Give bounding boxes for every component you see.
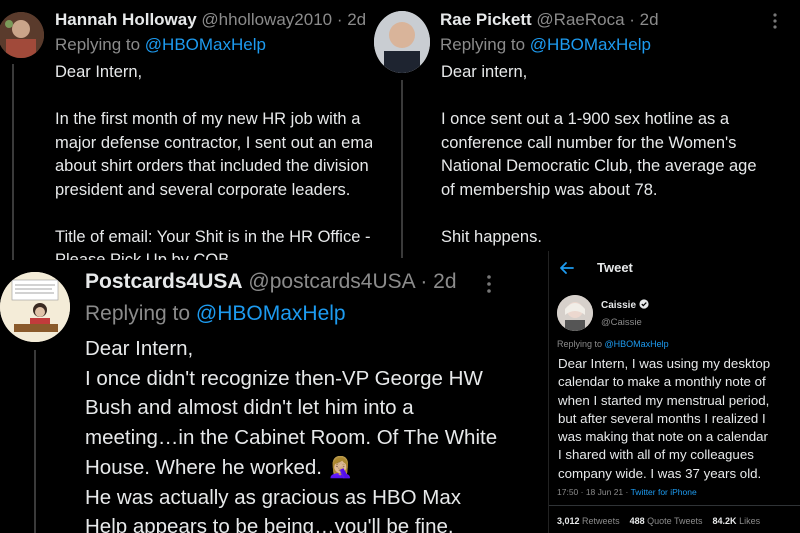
mention-link[interactable]: @HBOMaxHelp bbox=[530, 35, 651, 54]
tweet-text: Dear Intern, I once didn't recognize then… bbox=[85, 334, 543, 533]
tweet-text-line: about shirt orders that included the div… bbox=[55, 157, 369, 175]
tweet-text-line: when I started my menstrual period, bbox=[558, 392, 770, 408]
likes-stat[interactable]: 84.2K Likes bbox=[713, 516, 761, 526]
likes-count: 84.2K bbox=[712, 516, 737, 526]
display-name-text[interactable]: Caissie bbox=[601, 300, 636, 311]
engagement-stats: 3,012 Retweets 488 Quote Tweets 84.2K Li… bbox=[557, 516, 760, 526]
avatar-rae[interactable] bbox=[374, 11, 430, 73]
user-handle[interactable]: @hholloway2010 bbox=[201, 10, 332, 29]
more-vertical-icon[interactable] bbox=[770, 12, 780, 30]
tweet-text-line: president and several corporate leaders. bbox=[55, 180, 351, 199]
display-name[interactable]: Rae Pickett bbox=[440, 10, 532, 29]
screen-title: Tweet bbox=[597, 260, 633, 275]
tweet-text-line: Title of email: Your Shit is in the HR O… bbox=[55, 227, 371, 246]
tweet-text: Dear intern, I once sent out a 1-900 sex… bbox=[441, 61, 796, 249]
quotes-count: 488 bbox=[629, 516, 645, 526]
tweet-text-line: National Democratic Club, the average ag… bbox=[441, 157, 757, 175]
avatar-postcards[interactable] bbox=[0, 272, 70, 342]
quotes-stat[interactable]: 488 Quote Tweets bbox=[630, 516, 703, 526]
tweet-text-line: Bush and almost didn't let him into a bbox=[85, 396, 414, 420]
tweet-detail-caissie: Tweet Caissie @Caissie Replying to @HBOM… bbox=[548, 251, 800, 533]
tweet-text-line bbox=[441, 85, 796, 109]
replying-to: Replying to @HBOMaxHelp bbox=[440, 35, 651, 55]
tweet-text: Dear Intern, I was using my desktop calen… bbox=[558, 355, 798, 483]
tweet-card-postcards[interactable]: Postcards4USA @postcards4USA · 2d Replyi… bbox=[0, 260, 545, 533]
tweet-text-line: Help appears to be being…you'll be fine. bbox=[85, 515, 454, 533]
avatar-hannah[interactable] bbox=[0, 12, 44, 58]
tweet-card-hannah[interactable]: Hannah Holloway @hholloway2010 · 2d Repl… bbox=[0, 0, 382, 262]
user-handle[interactable]: @postcards4USA bbox=[248, 270, 414, 293]
tweet-text: Dear Intern, In the first month of my ne… bbox=[55, 61, 382, 262]
tweet-text-line: company wide. I was 37 years old. bbox=[558, 465, 762, 481]
tweet-text-line bbox=[441, 202, 796, 226]
retweets-label: Retweets bbox=[582, 516, 620, 526]
client-link[interactable]: Twitter for iPhone bbox=[631, 487, 697, 497]
thread-line bbox=[34, 350, 36, 533]
display-name[interactable]: Caissie bbox=[601, 299, 649, 312]
divider bbox=[549, 505, 800, 506]
replying-prefix: Replying to bbox=[85, 302, 196, 325]
display-name[interactable]: Postcards4USA bbox=[85, 270, 243, 293]
replying-prefix: Replying to bbox=[55, 35, 145, 54]
thread-line bbox=[12, 64, 14, 262]
tweet-text-line: calendar to make a monthly note of bbox=[558, 374, 766, 390]
tweet-text-line: Shit happens. bbox=[441, 227, 542, 246]
post-time[interactable]: · 2d bbox=[629, 10, 658, 29]
tweet-text-line: conference call number for the Women's bbox=[441, 133, 737, 152]
tweet-text-line: was making that note on a calendar bbox=[558, 429, 768, 445]
replying-prefix: Replying to bbox=[440, 35, 530, 54]
user-handle[interactable]: @RaeRoca bbox=[536, 10, 624, 29]
tweet-header: Rae Pickett @RaeRoca · 2d bbox=[440, 10, 659, 30]
mention-link[interactable]: @HBOMaxHelp bbox=[605, 339, 669, 349]
retweets-count: 3,012 bbox=[557, 516, 580, 526]
tweet-text-line: House. Where he worked. 🤦🏼‍♀️ bbox=[85, 455, 354, 479]
tweet-text-line: but after several months I realized I bbox=[558, 410, 766, 426]
verified-badge-icon bbox=[639, 299, 649, 312]
tweet-text-line: of membership was about 78. bbox=[441, 180, 658, 199]
tweet-text-line: I shared with all of my colleagues bbox=[558, 447, 754, 463]
tweet-text-line: I once didn't recognize then-VP George H… bbox=[85, 366, 483, 390]
timestamp: 17:50 · 18 Jun 21 · bbox=[557, 487, 629, 497]
tweet-text-line: In the first month of my new HR job with… bbox=[55, 110, 361, 128]
tweet-text-line: Dear Intern, I was using my desktop bbox=[558, 356, 771, 371]
user-handle[interactable]: @Caissie bbox=[601, 317, 642, 328]
post-time[interactable]: · 2d bbox=[420, 270, 456, 293]
avatar-caissie[interactable] bbox=[557, 295, 593, 331]
tweet-text-line: Dear Intern, bbox=[55, 63, 143, 81]
arrow-left-icon[interactable] bbox=[559, 260, 575, 276]
tweet-text-line: Dear intern, bbox=[441, 63, 528, 81]
tweet-text-line: I once sent out a 1-900 sex hotline as a bbox=[441, 110, 730, 128]
more-vertical-icon[interactable] bbox=[484, 274, 494, 294]
replying-prefix: Replying to bbox=[557, 339, 605, 349]
tweet-text-line bbox=[55, 202, 382, 226]
retweets-stat[interactable]: 3,012 Retweets bbox=[557, 516, 620, 526]
display-name[interactable]: Hannah Holloway bbox=[55, 10, 197, 29]
thread-line bbox=[401, 80, 403, 258]
tweet-card-rae[interactable]: Rae Pickett @RaeRoca · 2d Replying to @H… bbox=[372, 0, 800, 258]
mention-link[interactable]: @HBOMaxHelp bbox=[196, 302, 346, 325]
replying-to: Replying to @HBOMaxHelp bbox=[557, 339, 669, 349]
replying-to: Replying to @HBOMaxHelp bbox=[55, 35, 266, 55]
tweet-text-line bbox=[55, 85, 382, 109]
tweet-text-line: major defense contractor, I sent out an … bbox=[55, 133, 374, 152]
tweet-text-line: He was actually as gracious as HBO Max bbox=[85, 485, 461, 509]
tweet-text-line: meeting…in the Cabinet Room. Of The Whit… bbox=[85, 426, 498, 450]
tweet-header: Postcards4USA @postcards4USA · 2d bbox=[85, 270, 457, 294]
post-time[interactable]: · 2d bbox=[337, 10, 366, 29]
tweet-meta: 17:50 · 18 Jun 21 · Twitter for iPhone bbox=[557, 487, 697, 497]
likes-label: Likes bbox=[739, 516, 761, 526]
top-bar: Tweet bbox=[549, 251, 800, 285]
quotes-label: Quote Tweets bbox=[647, 516, 703, 526]
tweet-header: Hannah Holloway @hholloway2010 · 2d bbox=[55, 10, 366, 30]
tweet-text-line: Dear Intern, bbox=[85, 337, 194, 360]
mention-link[interactable]: @HBOMaxHelp bbox=[145, 35, 266, 54]
replying-to: Replying to @HBOMaxHelp bbox=[85, 302, 346, 326]
